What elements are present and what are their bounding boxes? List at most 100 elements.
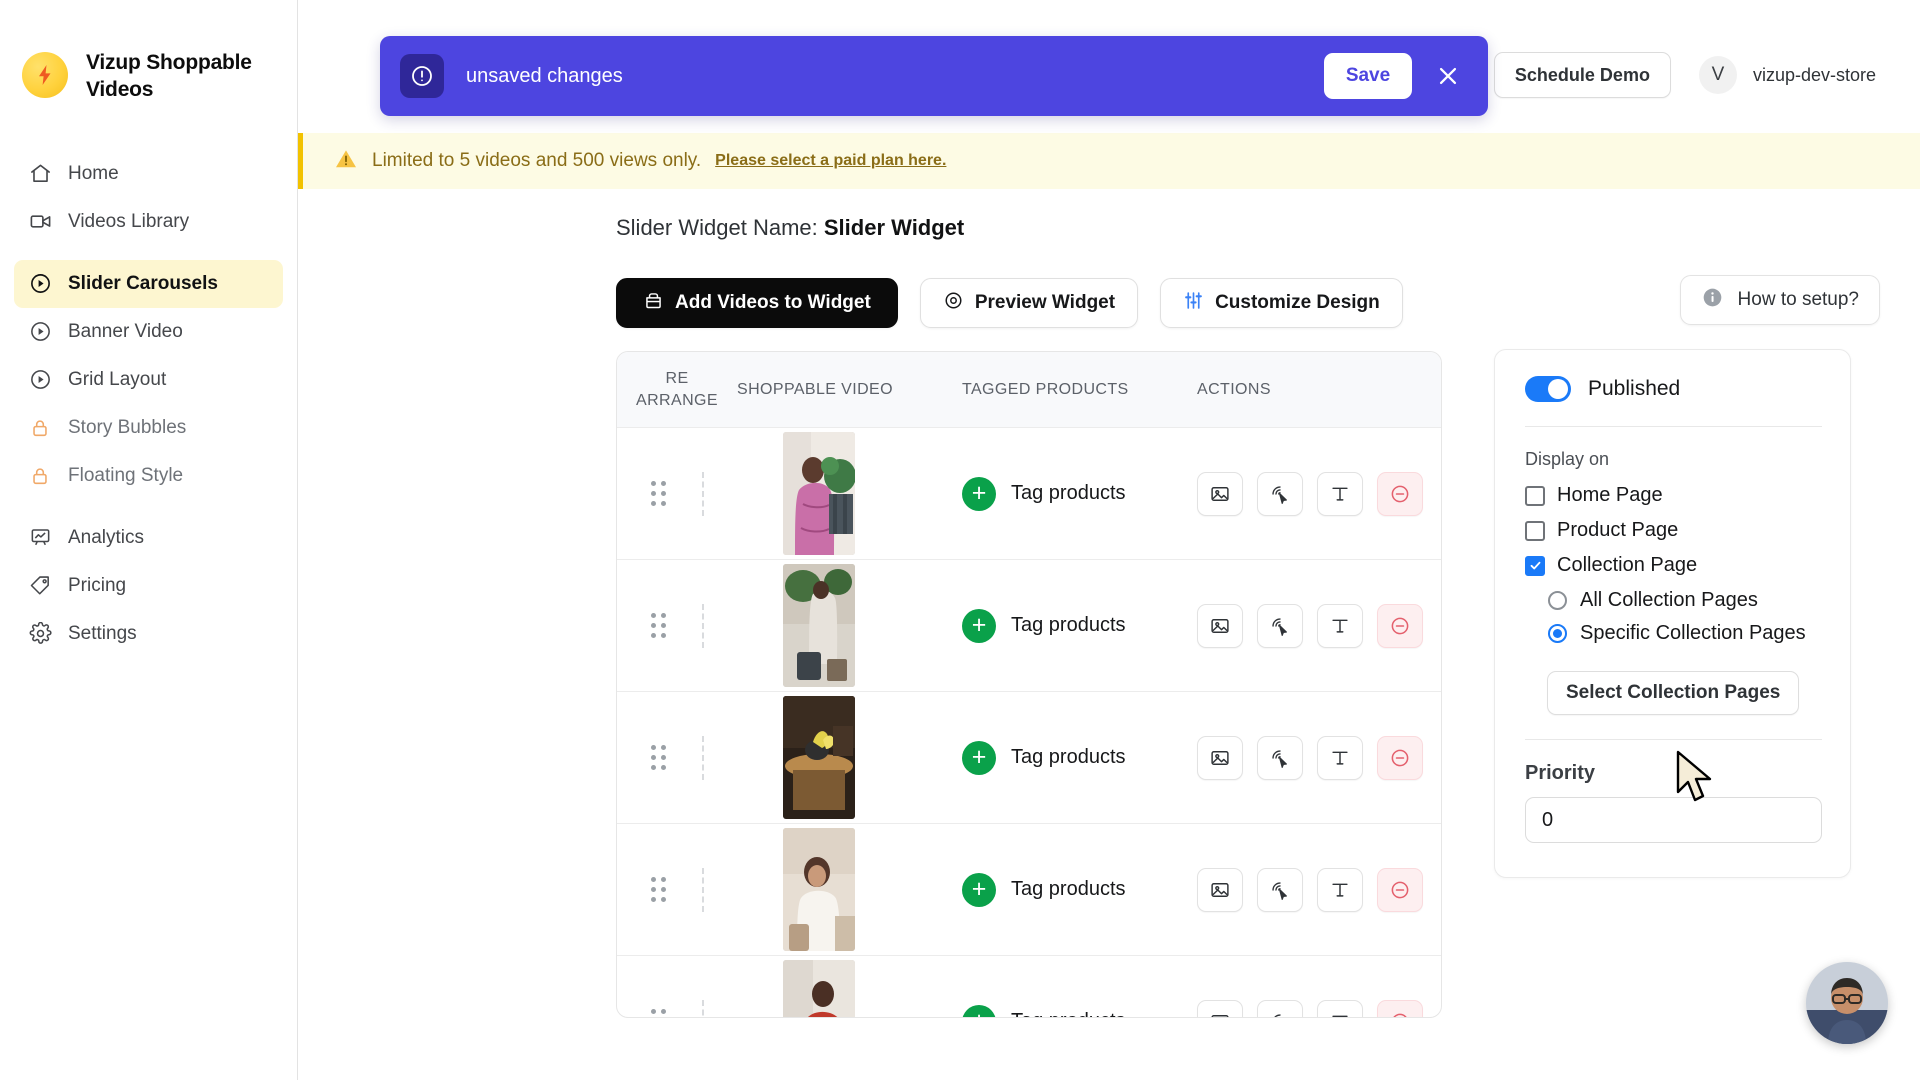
play-circle-icon (28, 272, 52, 296)
warning-text: Limited to 5 videos and 500 views only. (372, 150, 701, 172)
published-toggle[interactable] (1525, 376, 1571, 402)
divider (1525, 426, 1822, 427)
video-thumbnail[interactable] (783, 696, 855, 819)
drag-handle-icon[interactable] (651, 613, 666, 638)
actions-cell (1197, 604, 1441, 648)
radio-all-collection-pages[interactable]: All Collection Pages (1548, 589, 1822, 612)
drag-handle-icon[interactable] (651, 481, 666, 506)
exclamation-circle-icon (400, 54, 444, 98)
checkbox-collection-page[interactable]: Collection Page (1525, 554, 1822, 577)
checkbox-home-page[interactable]: Home Page (1525, 484, 1822, 507)
store-account-chip[interactable]: V vizup-dev-store (1699, 56, 1886, 94)
column-header-rearrange-line2: ARRANGE (617, 390, 737, 412)
text-icon[interactable] (1317, 736, 1363, 780)
tag-products-link[interactable]: Tag products (1011, 1010, 1126, 1018)
remove-circle-icon[interactable] (1377, 736, 1423, 780)
sidebar-item-banner-video[interactable]: Banner Video (14, 308, 283, 356)
tag-products-link[interactable]: Tag products (1011, 614, 1126, 637)
paid-plan-link[interactable]: Please select a paid plan here. (715, 152, 946, 170)
image-icon[interactable] (1197, 868, 1243, 912)
image-icon[interactable] (1197, 472, 1243, 516)
add-tag-icon[interactable]: + (962, 1005, 996, 1019)
unsaved-changes-message: unsaved changes (466, 65, 1324, 88)
lock-icon (28, 464, 52, 488)
preview-widget-button[interactable]: Preview Widget (920, 278, 1138, 328)
image-icon[interactable] (1197, 1000, 1243, 1019)
schedule-demo-button[interactable]: Schedule Demo (1494, 52, 1671, 98)
drag-handle-icon[interactable] (651, 745, 666, 770)
button-label: Preview Widget (975, 292, 1115, 314)
sidebar-item-label: Grid Layout (68, 370, 166, 389)
support-chat-button[interactable] (1806, 962, 1888, 1044)
sidebar-item-home[interactable]: Home (14, 150, 283, 198)
text-icon[interactable] (1317, 604, 1363, 648)
gear-icon (28, 622, 52, 646)
sidebar-item-grid-layout[interactable]: Grid Layout (14, 356, 283, 404)
sidebar-item-analytics[interactable]: Analytics (14, 514, 283, 562)
widget-settings-panel: Published Display on Home Page Product P… (1494, 349, 1851, 878)
add-tag-icon[interactable]: + (962, 477, 996, 511)
remove-circle-icon[interactable] (1377, 472, 1423, 516)
radio-specific-collection-pages[interactable]: Specific Collection Pages (1548, 622, 1822, 645)
tagged-products-cell: + Tag products (962, 609, 1197, 643)
click-target-icon[interactable] (1257, 604, 1303, 648)
sidebar-item-pricing[interactable]: Pricing (14, 562, 283, 610)
tag-products-link[interactable]: Tag products (1011, 878, 1126, 901)
select-collection-pages-button[interactable]: Select Collection Pages (1547, 671, 1799, 715)
sidebar-item-videos-library[interactable]: Videos Library (14, 198, 283, 246)
table-row: + Tag products (617, 824, 1441, 956)
priority-label: Priority (1525, 762, 1822, 785)
display-on-label: Display on (1525, 449, 1822, 470)
text-icon[interactable] (1317, 1000, 1363, 1019)
video-thumbnail[interactable] (783, 828, 855, 951)
add-tag-icon[interactable]: + (962, 609, 996, 643)
text-icon[interactable] (1317, 472, 1363, 516)
add-tag-icon[interactable]: + (962, 741, 996, 775)
drag-handle-icon[interactable] (651, 1009, 666, 1018)
save-button[interactable]: Save (1324, 53, 1412, 99)
add-tag-icon[interactable]: + (962, 873, 996, 907)
click-target-icon[interactable] (1257, 472, 1303, 516)
close-icon[interactable] (1426, 54, 1470, 98)
app-root: Vizup Shoppable Videos Home Videos Libra… (0, 0, 1920, 1080)
how-to-setup-button[interactable]: How to setup? (1680, 275, 1880, 325)
sidebar-item-story-bubbles[interactable]: Story Bubbles (14, 404, 283, 452)
sidebar-item-slider-carousels[interactable]: Slider Carousels (14, 260, 283, 308)
video-thumbnail[interactable] (783, 432, 855, 555)
tag-products-link[interactable]: Tag products (1011, 482, 1126, 505)
customize-design-button[interactable]: Customize Design (1160, 278, 1403, 328)
home-icon (28, 162, 52, 186)
tag-products-link[interactable]: Tag products (1011, 746, 1126, 769)
lightning-bolt-icon (22, 52, 68, 98)
remove-circle-icon[interactable] (1377, 1000, 1423, 1019)
drag-handle-icon[interactable] (651, 877, 666, 902)
add-videos-to-widget-button[interactable]: Add Videos to Widget (616, 278, 898, 328)
table-row: + Tag products (617, 560, 1441, 692)
click-target-icon[interactable] (1257, 1000, 1303, 1019)
remove-circle-icon[interactable] (1377, 868, 1423, 912)
video-thumbnail[interactable] (783, 960, 855, 1018)
click-target-icon[interactable] (1257, 736, 1303, 780)
video-thumbnail[interactable] (783, 564, 855, 687)
eye-icon (943, 290, 964, 317)
actions-cell (1197, 472, 1441, 516)
sidebar-nav: Home Videos Library Slider Carousels (0, 150, 297, 658)
checkbox-label: Product Page (1557, 519, 1678, 542)
video-cell (737, 696, 962, 819)
remove-circle-icon[interactable] (1377, 604, 1423, 648)
add-video-box-icon (643, 290, 664, 317)
radio-label: Specific Collection Pages (1580, 622, 1806, 645)
checkbox-box (1525, 486, 1545, 506)
nav-spacer (14, 500, 283, 514)
sidebar-item-settings[interactable]: Settings (14, 610, 283, 658)
rearrange-cell (617, 604, 737, 648)
checkbox-product-page[interactable]: Product Page (1525, 519, 1822, 542)
image-icon[interactable] (1197, 736, 1243, 780)
tag-icon (28, 574, 52, 598)
priority-input[interactable] (1525, 797, 1822, 843)
sidebar-item-floating-style[interactable]: Floating Style (14, 452, 283, 500)
text-icon[interactable] (1317, 868, 1363, 912)
image-icon[interactable] (1197, 604, 1243, 648)
click-target-icon[interactable] (1257, 868, 1303, 912)
radio-label: All Collection Pages (1580, 589, 1758, 612)
